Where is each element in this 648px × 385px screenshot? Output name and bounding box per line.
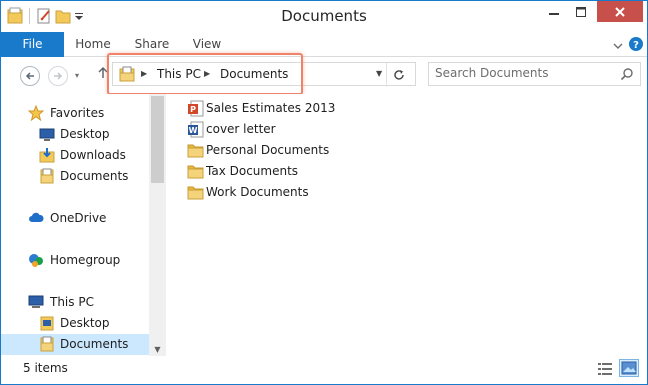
powerpoint-icon: P xyxy=(187,100,204,117)
arrow-left-icon xyxy=(25,72,34,80)
tab-home[interactable]: Home xyxy=(67,32,119,57)
scroll-down-icon[interactable]: ▼ xyxy=(149,342,166,356)
file-item-work-documents[interactable]: Work Documents xyxy=(187,182,437,203)
file-name: Sales Estimates 2013 xyxy=(206,101,336,115)
item-count: 5 items xyxy=(23,361,68,375)
minimize-button[interactable] xyxy=(541,1,567,22)
sidebar-item-this-pc[interactable]: This PC xyxy=(1,292,149,313)
documents-folder-icon xyxy=(39,336,55,352)
up-button[interactable] xyxy=(98,66,108,83)
close-button[interactable] xyxy=(597,1,643,22)
word-icon: W xyxy=(187,121,204,138)
svg-text:W: W xyxy=(189,126,198,135)
sidebar-item-label: This PC xyxy=(50,295,94,309)
search-icon[interactable] xyxy=(620,67,634,81)
breadcrumb-documents[interactable]: Documents xyxy=(220,67,288,81)
homegroup-icon xyxy=(28,252,44,268)
file-item-sales-estimates[interactable]: P Sales Estimates 2013 xyxy=(187,98,437,119)
sidebar-item-homegroup[interactable]: Homegroup xyxy=(1,250,149,271)
arrow-up-icon xyxy=(98,66,108,78)
sidebar-item-label: Documents xyxy=(60,169,129,183)
refresh-icon xyxy=(393,70,404,80)
file-name: Work Documents xyxy=(206,185,309,199)
sidebar-item-onedrive[interactable]: OneDrive xyxy=(1,208,149,229)
search-input[interactable] xyxy=(435,66,615,80)
breadcrumb-separator-icon[interactable]: ▶ xyxy=(141,69,147,78)
large-icons-view-icon[interactable] xyxy=(619,359,639,377)
tab-view[interactable]: View xyxy=(184,32,230,57)
sidebar-item-label: OneDrive xyxy=(50,211,107,225)
arrow-right-icon xyxy=(54,72,63,80)
title-bar: Documents xyxy=(1,1,647,32)
breadcrumb-separator-icon[interactable]: ▶ xyxy=(204,69,210,78)
refresh-button[interactable] xyxy=(386,63,410,87)
file-list: P Sales Estimates 2013 W cover letter Pe… xyxy=(167,94,647,356)
file-item-cover-letter[interactable]: W cover letter xyxy=(187,119,437,140)
svg-text:?: ? xyxy=(633,40,639,51)
computer-icon xyxy=(28,294,44,310)
forward-button[interactable] xyxy=(48,66,68,86)
navigation-bar: ▾ ▶ This PC ▶ Documents ▼ xyxy=(1,57,647,94)
navigation-pane: Favorites Desktop Downloads Documents On… xyxy=(1,94,167,356)
ribbon-right-controls: ? xyxy=(613,37,643,54)
search-box[interactable] xyxy=(428,62,641,86)
file-name: Personal Documents xyxy=(206,143,330,157)
status-bar: 5 items xyxy=(1,356,647,384)
address-dropdown-icon[interactable]: ▼ xyxy=(376,69,382,78)
back-button[interactable] xyxy=(20,66,40,86)
help-icon[interactable]: ? xyxy=(629,37,643,54)
maximize-button[interactable] xyxy=(568,1,594,22)
file-item-personal-documents[interactable]: Personal Documents xyxy=(187,140,437,161)
close-icon xyxy=(615,6,625,17)
file-name: Tax Documents xyxy=(206,164,299,178)
svg-text:P: P xyxy=(190,105,196,114)
tab-share[interactable]: Share xyxy=(125,32,179,57)
star-icon xyxy=(27,104,45,122)
sidebar-item-documents[interactable]: Documents xyxy=(1,166,149,187)
sidebar-item-thispc-documents[interactable]: Documents xyxy=(1,334,149,355)
explorer-window: Documents File Home Share View ? ▾ ▶ Thi… xyxy=(0,0,648,385)
sidebar-item-label: Desktop xyxy=(60,127,110,141)
nav-pane-scrollbar[interactable]: ▲ ▼ xyxy=(149,94,166,356)
sidebar-item-label: Favorites xyxy=(50,106,105,120)
tab-file[interactable]: File xyxy=(1,32,64,57)
documents-folder-icon xyxy=(39,168,55,184)
sidebar-item-favorites[interactable]: Favorites xyxy=(1,103,149,124)
documents-folder-icon xyxy=(119,66,135,82)
sidebar-item-desktop[interactable]: Desktop xyxy=(1,124,149,145)
file-name: cover letter xyxy=(206,122,276,136)
address-bar[interactable]: ▶ This PC ▶ Documents ▼ xyxy=(112,62,416,86)
cloud-icon xyxy=(28,210,44,226)
sidebar-item-downloads[interactable]: Downloads xyxy=(1,145,149,166)
downloads-icon xyxy=(39,147,55,163)
folder-icon xyxy=(187,142,204,159)
breadcrumb-this-pc[interactable]: This PC xyxy=(157,67,201,81)
sidebar-item-label: Downloads xyxy=(60,148,126,162)
file-item-tax-documents[interactable]: Tax Documents xyxy=(187,161,437,182)
folder-icon xyxy=(187,184,204,201)
sidebar-item-thispc-desktop[interactable]: Desktop xyxy=(1,313,149,334)
desktop-icon xyxy=(39,126,55,142)
desktop-folder-icon xyxy=(39,315,55,331)
expand-ribbon-icon[interactable] xyxy=(613,39,623,53)
details-view-icon[interactable] xyxy=(597,361,613,377)
recent-locations-button[interactable]: ▾ xyxy=(75,71,79,80)
folder-icon xyxy=(187,163,204,180)
sidebar-item-label: Desktop xyxy=(60,316,110,330)
sidebar-item-label: Documents xyxy=(60,337,129,351)
sidebar-item-label: Homegroup xyxy=(50,253,121,267)
ribbon-tabs: File Home Share View ? xyxy=(1,32,647,57)
scrollbar-thumb[interactable] xyxy=(151,96,164,183)
